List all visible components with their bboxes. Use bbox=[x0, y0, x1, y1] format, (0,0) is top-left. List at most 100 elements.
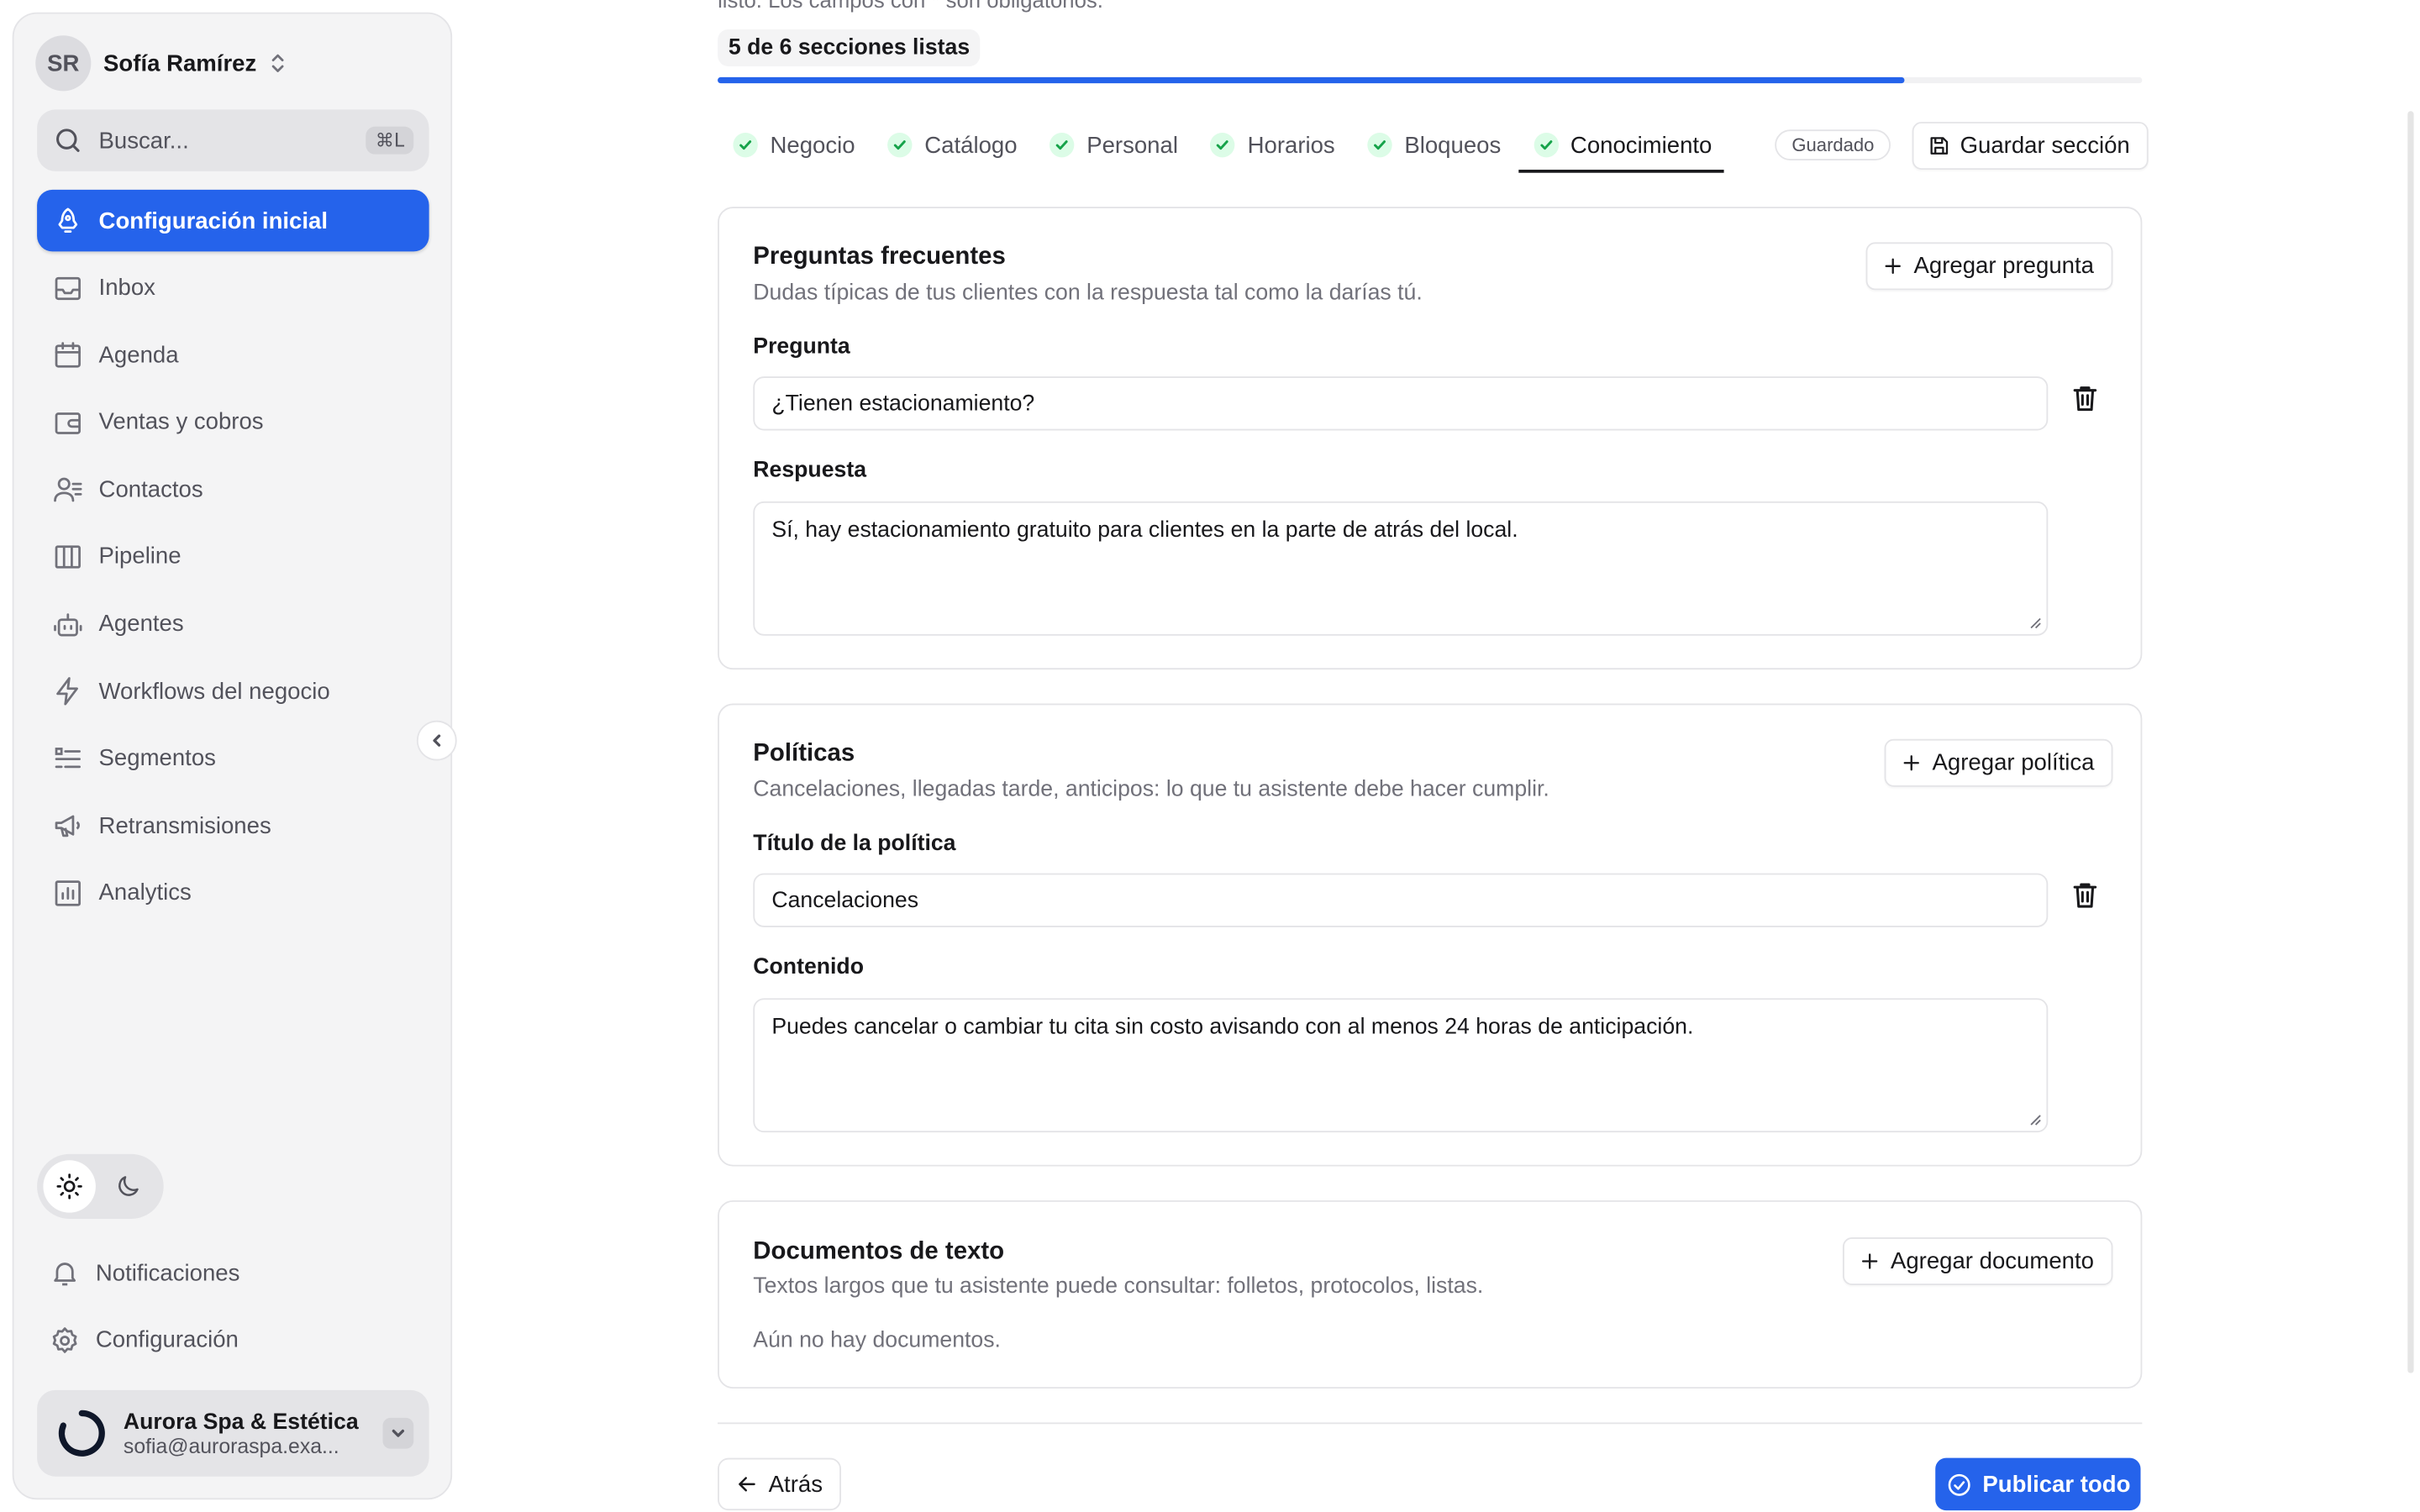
tab-label: Horarios bbox=[1247, 132, 1335, 159]
arrow-left-icon bbox=[739, 1477, 755, 1492]
megaphone-icon bbox=[55, 816, 80, 837]
add-document-button[interactable]: Agregar documento bbox=[1843, 1237, 2112, 1285]
gear-icon bbox=[52, 1326, 77, 1353]
tab-conocimiento[interactable]: Conocimiento bbox=[1518, 118, 1724, 173]
tab-label: Negocio bbox=[770, 132, 855, 159]
sidebar-item-segmentos[interactable]: Segmentos bbox=[37, 727, 429, 789]
bot-icon bbox=[54, 612, 82, 636]
sidebar-item-inbox[interactable]: Inbox bbox=[37, 257, 429, 318]
add-policy-button[interactable]: Agregar política bbox=[1884, 738, 2113, 787]
sidebar-item-agenda[interactable]: Agenda bbox=[37, 324, 429, 386]
tab-label: Catálogo bbox=[924, 132, 1018, 159]
save-section-button[interactable]: Guardar sección bbox=[1912, 122, 2149, 171]
sidebar-item-label: Workflows del negocio bbox=[98, 678, 330, 705]
check-icon bbox=[887, 132, 913, 158]
tab-bloqueos[interactable]: Bloqueos bbox=[1352, 118, 1513, 173]
sidebar-item-label: Ventas y cobros bbox=[98, 409, 264, 436]
sidebar: SR Sofía Ramírez Buscar... ⌘L Configurac… bbox=[12, 12, 453, 1500]
progress-fill bbox=[718, 76, 1905, 84]
documents-description: Textos largos que tu asistente puede con… bbox=[753, 1274, 1484, 1299]
sidebar-item-pipeline[interactable]: Pipeline bbox=[37, 526, 429, 587]
sidebar-item-label: Configuración inicial bbox=[98, 207, 329, 234]
sidebar-item-label: Segmentos bbox=[98, 745, 216, 772]
theme-dark-button[interactable] bbox=[102, 1160, 154, 1212]
check-icon bbox=[1050, 132, 1075, 158]
sidebar-item-label: Agentes bbox=[98, 611, 184, 638]
check-icon bbox=[733, 132, 758, 158]
check-icon bbox=[1210, 132, 1235, 158]
trash-icon[interactable] bbox=[2070, 879, 2101, 911]
sidebar-item-label: Analytics bbox=[98, 879, 192, 906]
contacts-icon bbox=[54, 478, 82, 503]
tab-negocio[interactable]: Negocio bbox=[718, 118, 867, 173]
policy-content-value: Puedes cancelar o cambiar tu cita sin co… bbox=[771, 1015, 1694, 1040]
sidebar-item-label: Contactos bbox=[98, 476, 203, 503]
progress-badge: 5 de 6 secciones listas bbox=[718, 29, 981, 66]
tab-horarios[interactable]: Horarios bbox=[1195, 118, 1347, 173]
list-filter-icon bbox=[55, 747, 81, 768]
search-shortcut: ⌘L bbox=[366, 126, 414, 155]
sidebar-item-ventas[interactable]: Ventas y cobros bbox=[37, 391, 429, 453]
answer-textarea[interactable]: Sí, hay estacionamiento gratuito para cl… bbox=[753, 501, 2049, 636]
save-icon bbox=[1930, 137, 1949, 155]
sidebar-item-retransmisiones[interactable]: Retransmisiones bbox=[37, 795, 429, 857]
theme-toggle bbox=[37, 1153, 164, 1219]
policy-content-label: Contenido bbox=[753, 954, 864, 980]
tab-personal[interactable]: Personal bbox=[1034, 118, 1191, 173]
bell-icon bbox=[54, 1263, 76, 1286]
form-hint: listo. Los campos con * son obligatorios… bbox=[718, 0, 1103, 13]
search-placeholder: Buscar... bbox=[98, 127, 189, 154]
policies-card: Políticas Cancelaciones, llegadas tarde,… bbox=[718, 703, 2143, 1167]
workspace-text: Aurora Spa & Estética sofia@auroraspa.ex… bbox=[124, 1410, 367, 1457]
policy-title-label: Título de la política bbox=[753, 831, 956, 857]
sidebar-item-workflows[interactable]: Workflows del negocio bbox=[37, 660, 429, 722]
circle-check-icon bbox=[1947, 1473, 1970, 1495]
search-input[interactable]: Buscar... ⌘L bbox=[37, 109, 429, 171]
add-question-label: Agregar pregunta bbox=[1913, 253, 2094, 280]
scrollbar[interactable] bbox=[2407, 111, 2414, 1373]
bar-chart-icon bbox=[55, 880, 81, 906]
columns-icon bbox=[55, 545, 81, 569]
section-tabs: Negocio Catálogo Personal Horarios Bloqu… bbox=[718, 118, 1729, 173]
add-policy-label: Agregar política bbox=[1932, 749, 2095, 776]
add-question-button[interactable]: Agregar pregunta bbox=[1865, 242, 2112, 291]
question-label: Pregunta bbox=[753, 334, 850, 360]
sidebar-item-label: Notificaciones bbox=[95, 1259, 240, 1286]
faq-description: Dudas típicas de tus clientes con la res… bbox=[753, 281, 1423, 306]
workspace-switcher[interactable]: Aurora Spa & Estética sofia@auroraspa.ex… bbox=[37, 1389, 429, 1477]
resize-grip-icon[interactable] bbox=[2029, 617, 2042, 630]
user-switcher[interactable]: SR Sofía Ramírez bbox=[35, 35, 287, 92]
save-section-label: Guardar sección bbox=[1960, 132, 2130, 160]
theme-light-button[interactable] bbox=[43, 1160, 96, 1213]
sidebar-item-label: Inbox bbox=[98, 275, 155, 302]
policies-description: Cancelaciones, llegadas tarde, anticipos… bbox=[753, 777, 1549, 803]
app-root: SR Sofía Ramírez Buscar... ⌘L Configurac… bbox=[0, 0, 2420, 1512]
publish-all-label: Publicar todo bbox=[1982, 1471, 2131, 1498]
sidebar-item-agentes[interactable]: Agentes bbox=[37, 593, 429, 654]
plus-icon bbox=[1861, 1253, 1878, 1269]
sidebar-nav: Configuración inicial Inbox Agenda Venta… bbox=[37, 189, 429, 930]
publish-all-button[interactable]: Publicar todo bbox=[1935, 1457, 2141, 1511]
chevrons-up-down-icon bbox=[272, 54, 284, 72]
progress-bar bbox=[718, 76, 2143, 84]
sidebar-item-configuracion[interactable]: Configuración bbox=[37, 1310, 429, 1371]
sidebar-item-contactos[interactable]: Contactos bbox=[37, 459, 429, 520]
back-button[interactable]: Atrás bbox=[718, 1457, 842, 1511]
policy-title-input[interactable]: Cancelaciones bbox=[753, 873, 2049, 927]
trash-icon[interactable] bbox=[2070, 383, 2101, 414]
policy-content-textarea[interactable]: Puedes cancelar o cambiar tu cita sin co… bbox=[753, 998, 2049, 1133]
sidebar-item-label: Agenda bbox=[98, 342, 179, 369]
documents-empty-state: Aún no hay documentos. bbox=[753, 1328, 1001, 1353]
sidebar-item-notificaciones[interactable]: Notificaciones bbox=[37, 1242, 429, 1304]
workspace-email: sofia@auroraspa.exa... bbox=[123, 1434, 339, 1457]
zap-icon bbox=[56, 677, 78, 706]
question-input[interactable]: ¿Tienen estacionamiento? bbox=[753, 376, 2049, 431]
plus-icon bbox=[1885, 258, 1901, 275]
sidebar-item-configuracion-inicial[interactable]: Configuración inicial bbox=[37, 189, 429, 252]
tab-catalogo[interactable]: Catálogo bbox=[872, 118, 1029, 173]
moon-icon bbox=[118, 1176, 139, 1196]
chevron-down-icon[interactable] bbox=[382, 1417, 414, 1449]
sidebar-item-analytics[interactable]: Analytics bbox=[37, 863, 429, 924]
collapse-sidebar-button[interactable] bbox=[416, 720, 457, 761]
resize-grip-icon[interactable] bbox=[2029, 1114, 2042, 1126]
